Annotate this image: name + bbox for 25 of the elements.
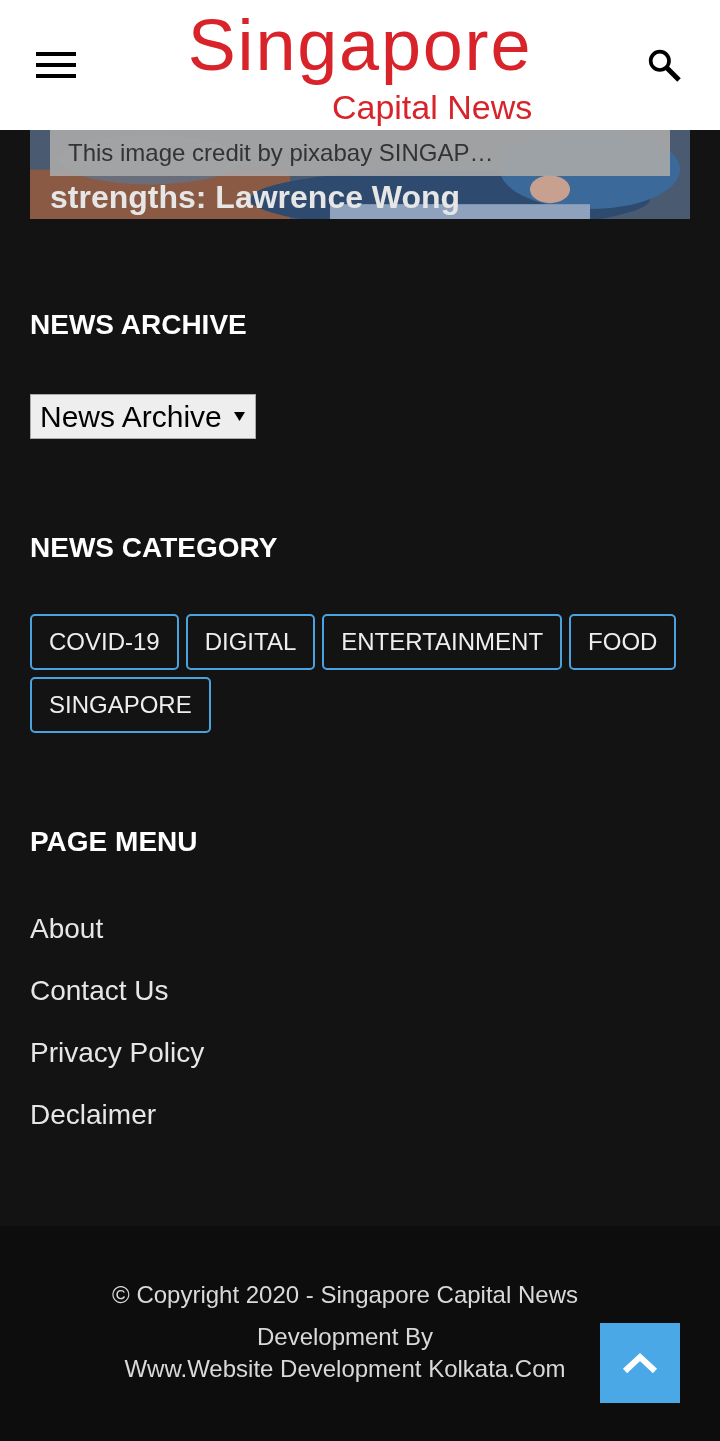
category-tag[interactable]: FOOD — [569, 614, 677, 670]
category-tag[interactable]: COVID-19 — [30, 614, 179, 670]
menu-icon[interactable] — [36, 52, 76, 78]
category-tag[interactable]: SINGAPORE — [30, 677, 211, 733]
dropdown-arrow-icon — [233, 412, 245, 421]
page-link[interactable]: About — [30, 911, 104, 947]
logo-title: Singapore — [187, 4, 533, 87]
image-caption: This image credit by pixabay SINGAP… — [68, 138, 494, 168]
category-tag[interactable]: DIGITAL — [185, 614, 316, 670]
article-title[interactable]: strengths: Lawrence Wong — [50, 178, 461, 216]
developer-credit: Development By — [256, 1322, 434, 1352]
category-tag[interactable]: ENTERTAINMENT — [322, 614, 563, 670]
site-logo[interactable]: Singapore Capital News — [187, 3, 533, 127]
section-heading: NEWS ARCHIVE — [30, 308, 248, 342]
back-to-top-button[interactable] — [600, 1323, 680, 1403]
chevron-up-icon — [622, 1352, 658, 1374]
page-link[interactable]: Privacy Policy — [30, 1035, 205, 1071]
page-link[interactable]: Declaimer — [30, 1097, 157, 1133]
logo-subtitle: Capital News — [331, 87, 533, 127]
section-heading: NEWS CATEGORY — [30, 531, 279, 565]
archive-dropdown[interactable]: News Archive — [30, 394, 256, 439]
developer-link[interactable]: Www.Website Development Kolkata.Com — [124, 1353, 566, 1385]
section-heading: PAGE MENU — [30, 825, 199, 859]
copyright-text: © Copyright 2020 - Singapore Capital News — [112, 1280, 578, 1310]
page-link[interactable]: Contact Us — [30, 973, 169, 1009]
